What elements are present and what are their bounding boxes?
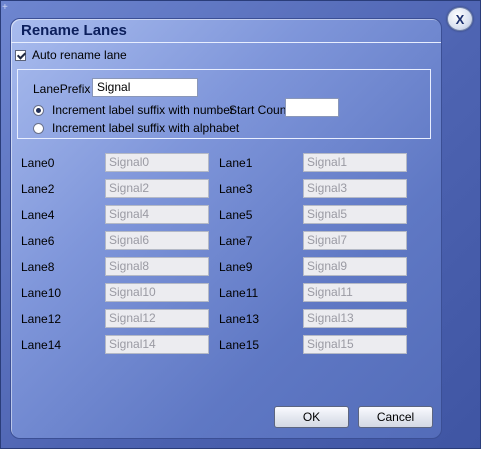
lane-label: Lane6 [21, 234, 55, 248]
start-count-input[interactable] [285, 98, 339, 117]
radio-number-option[interactable]: Increment label suffix with number [33, 103, 234, 117]
lane-name-input[interactable]: Signal5 [303, 205, 407, 224]
lane-label: Lane8 [21, 260, 55, 274]
lane-label: Lane14 [21, 338, 62, 352]
lane-name-input[interactable]: Signal9 [303, 257, 407, 276]
lane-label: Lane0 [21, 156, 55, 170]
radio-number-label: Increment label suffix with number [52, 103, 234, 117]
lane-name-input[interactable]: Signal13 [303, 309, 407, 328]
lane-name-input[interactable]: Signal0 [105, 153, 209, 172]
lane-label: Lane12 [21, 312, 62, 326]
lane-name-input[interactable]: Signal10 [105, 283, 209, 302]
lane-label: Lane10 [21, 286, 62, 300]
lane-prefix-input[interactable]: Signal [92, 78, 198, 97]
resize-grip-icon: + [2, 2, 8, 13]
ok-button[interactable]: OK [274, 406, 349, 428]
lane-name-input[interactable]: Signal12 [105, 309, 209, 328]
lane-label: Lane5 [219, 208, 253, 222]
lane-label: Lane3 [219, 182, 253, 196]
lane-name-input[interactable]: Signal11 [303, 283, 407, 302]
lane-prefix-label: LanePrefix [33, 82, 91, 96]
lane-name-input[interactable]: Signal7 [303, 231, 407, 250]
lane-name-input[interactable]: Signal8 [105, 257, 209, 276]
lane-name-input[interactable]: Signal1 [303, 153, 407, 172]
close-button[interactable]: X [447, 7, 473, 31]
lane-label: Lane11 [219, 286, 259, 300]
start-count-label: Start Count [229, 103, 290, 117]
lane-label: Lane2 [21, 182, 55, 196]
lane-name-input[interactable]: Signal6 [105, 231, 209, 250]
lane-name-input[interactable]: Signal2 [105, 179, 209, 198]
lane-name-input[interactable]: Signal4 [105, 205, 209, 224]
lane-name-input[interactable]: Signal15 [303, 335, 407, 354]
lane-label: Lane1 [219, 156, 253, 170]
lane-label: Lane4 [21, 208, 55, 222]
auto-rename-row[interactable]: Auto rename lane [15, 48, 127, 62]
auto-rename-label: Auto rename lane [32, 48, 127, 62]
lane-label: Lane7 [219, 234, 253, 248]
radio-alphabet-label: Increment label suffix with alphabet [52, 121, 240, 135]
lane-label: Lane13 [219, 312, 260, 326]
lane-name-input[interactable]: Signal3 [303, 179, 407, 198]
radio-alphabet-button[interactable] [33, 122, 44, 134]
radio-alphabet-option[interactable]: Increment label suffix with alphabet [33, 121, 239, 135]
lane-label: Lane15 [219, 338, 260, 352]
lane-name-input[interactable]: Signal14 [105, 335, 209, 354]
auto-rename-checkbox[interactable] [15, 49, 26, 61]
dialog-title: Rename Lanes [21, 22, 127, 39]
lane-label: Lane9 [219, 260, 253, 274]
title-divider [11, 42, 441, 43]
cancel-button[interactable]: Cancel [358, 406, 433, 428]
radio-number-button[interactable] [33, 104, 44, 116]
